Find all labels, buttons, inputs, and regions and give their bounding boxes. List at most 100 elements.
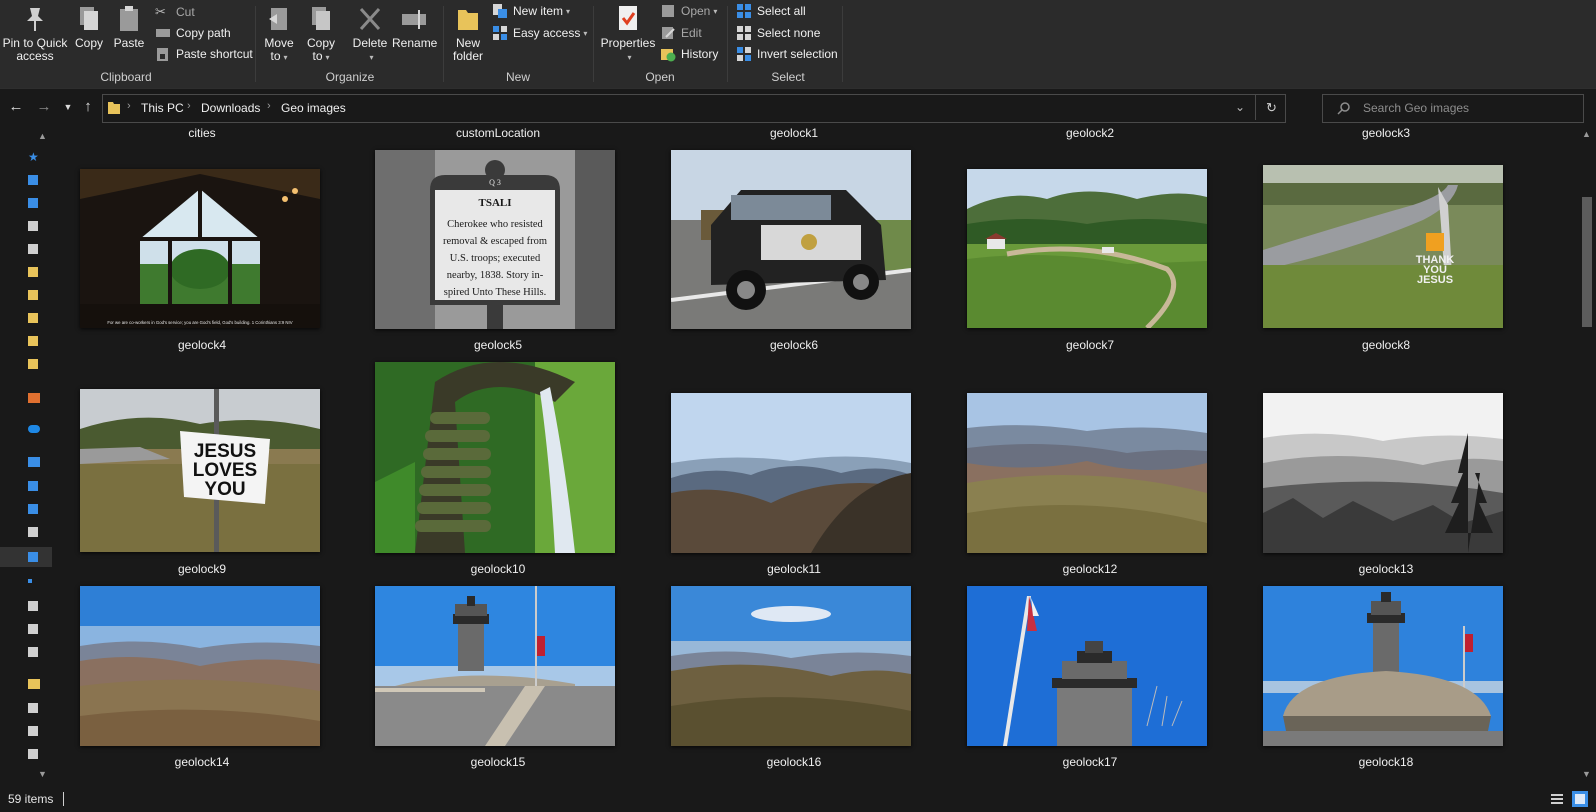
image-thumbnail-geolock13[interactable] [1263, 393, 1503, 553]
select-none-button[interactable]: Select none [736, 23, 820, 43]
edit-button[interactable]: Edit [660, 23, 702, 43]
file-label[interactable]: geolock8 [1246, 338, 1526, 352]
paste-shortcut-button[interactable]: Paste shortcut [155, 44, 253, 64]
file-label[interactable]: customLocation [358, 127, 638, 140]
breadcrumb-this-pc[interactable]: This PC [141, 101, 184, 115]
image-thumbnail-geolock15[interactable] [375, 586, 615, 746]
properties-button[interactable]: Properties ▾ [600, 4, 656, 64]
search-box[interactable] [1322, 94, 1584, 123]
scroll-up-icon[interactable]: ▲ [1582, 129, 1591, 139]
move-to-button[interactable]: Move to ▾ [260, 4, 298, 64]
image-thumbnail-geolock11[interactable] [671, 393, 911, 553]
delete-button[interactable]: Delete ▾ [350, 4, 390, 64]
forward-button[interactable]: → [34, 97, 54, 117]
file-label[interactable]: geolock4 [62, 338, 342, 352]
file-label[interactable]: geolock16 [654, 755, 934, 769]
back-button[interactable]: ← [6, 97, 26, 117]
select-all-button[interactable]: Select all [736, 1, 806, 21]
image-thumbnail-geolock4[interactable]: For we are co-workers in God's service; … [80, 169, 320, 328]
open-button[interactable]: Open ▾ [660, 1, 717, 21]
folder-icon[interactable] [28, 336, 38, 346]
downloads-icon[interactable] [28, 198, 38, 208]
address-dropdown-icon[interactable]: ⌄ [1235, 100, 1245, 114]
drive-icon[interactable] [28, 703, 38, 713]
file-label[interactable]: geolock17 [950, 755, 1230, 769]
file-label[interactable]: geolock18 [1246, 755, 1526, 769]
videos-icon[interactable] [28, 624, 38, 634]
invert-selection-button[interactable]: Invert selection [736, 44, 838, 64]
copy-button[interactable]: Copy [72, 4, 106, 50]
image-thumbnail-geolock10[interactable] [375, 362, 615, 553]
file-label[interactable]: geolock9 [62, 562, 342, 576]
image-thumbnail-geolock12[interactable] [967, 393, 1207, 553]
pictures-icon[interactable] [28, 244, 38, 254]
drive-icon[interactable] [28, 749, 38, 759]
file-label[interactable]: geolock1 [654, 127, 934, 140]
documents-icon[interactable] [28, 221, 38, 231]
history-button[interactable]: History [660, 44, 718, 64]
new-folder-button[interactable]: New folder [448, 4, 488, 63]
breadcrumb-geo-images[interactable]: Geo images [281, 101, 346, 115]
onedrive-icon[interactable] [28, 425, 40, 433]
rename-button[interactable]: Rename [392, 4, 437, 50]
file-label[interactable]: geolock14 [62, 755, 342, 769]
file-label[interactable]: geolock7 [950, 338, 1230, 352]
image-thumbnail-geolock6[interactable] [671, 150, 911, 329]
music-icon[interactable] [28, 579, 32, 583]
scrollbar-thumb[interactable] [1582, 197, 1592, 327]
folder-icon[interactable] [28, 679, 40, 689]
image-thumbnail-geolock18[interactable] [1263, 586, 1503, 746]
easy-access-button[interactable]: Easy access ▾ [492, 23, 587, 43]
file-label[interactable]: geolock12 [950, 562, 1230, 576]
image-thumbnail-geolock17[interactable] [967, 586, 1207, 746]
vertical-scrollbar[interactable]: ▲ ▼ [1578, 127, 1596, 787]
file-label[interactable]: geolock15 [358, 755, 638, 769]
paste-button[interactable]: Paste [112, 4, 146, 50]
documents-icon[interactable] [28, 527, 38, 537]
desktop-icon[interactable] [28, 175, 38, 185]
file-label[interactable]: cities [62, 127, 342, 140]
creative-cloud-icon[interactable] [28, 393, 40, 403]
scroll-down-icon[interactable]: ▼ [1582, 769, 1591, 779]
scroll-down-icon[interactable]: ▼ [38, 769, 47, 779]
search-input[interactable] [1361, 100, 1575, 116]
image-thumbnail-geolock9[interactable]: JESUS LOVES YOU [80, 389, 320, 552]
image-thumbnail-geolock7[interactable] [967, 169, 1207, 328]
new-item-button[interactable]: New item ▾ [492, 1, 570, 21]
scroll-up-icon[interactable]: ▲ [38, 131, 47, 141]
address-bar[interactable]: › This PC › Downloads › Geo images ⌄ ↻ [102, 94, 1286, 123]
large-icons-view-icon[interactable] [1572, 791, 1588, 807]
selected-nav-item[interactable] [0, 547, 52, 567]
file-label[interactable]: geolock6 [654, 338, 934, 352]
3d-objects-icon[interactable] [28, 481, 38, 491]
refresh-icon[interactable]: ↻ [1266, 100, 1277, 116]
image-thumbnail-geolock14[interactable] [80, 586, 320, 746]
image-thumbnail-geolock16[interactable] [671, 586, 911, 746]
folder-icon[interactable] [28, 359, 38, 369]
folder-icon[interactable] [28, 313, 38, 323]
pin-to-quick-access-button[interactable]: Pin to Quick access [2, 4, 68, 63]
cut-button[interactable]: ✂ Cut [155, 2, 195, 22]
this-pc-icon[interactable] [28, 457, 40, 467]
file-label[interactable]: geolock10 [358, 562, 638, 576]
image-thumbnail-geolock5[interactable]: Q 3 TSALI Cherokee who resisted removal … [375, 150, 615, 329]
up-button[interactable]: ↑ [78, 97, 98, 117]
image-thumbnail-geolock8[interactable]: THANK YOU JESUS [1263, 165, 1503, 328]
breadcrumb-downloads[interactable]: Downloads [201, 101, 260, 115]
file-label[interactable]: geolock2 [950, 127, 1230, 140]
file-label[interactable]: geolock3 [1246, 127, 1526, 140]
desktop-icon[interactable] [28, 504, 38, 514]
local-disk-icon[interactable] [28, 647, 38, 657]
details-view-icon[interactable] [1550, 792, 1564, 806]
file-label[interactable]: geolock11 [654, 562, 934, 576]
quick-access-star-icon[interactable]: ★ [28, 150, 39, 164]
copy-path-button[interactable]: Copy path [155, 23, 231, 43]
recent-locations-button[interactable]: ▼ [58, 97, 78, 117]
file-label[interactable]: geolock13 [1246, 562, 1526, 576]
pictures-icon[interactable] [28, 601, 38, 611]
folder-icon[interactable] [28, 267, 38, 277]
drive-icon[interactable] [28, 726, 38, 736]
file-label[interactable]: geolock5 [358, 338, 638, 352]
copy-to-button[interactable]: Copy to ▾ [302, 4, 340, 64]
folder-icon[interactable] [28, 290, 38, 300]
